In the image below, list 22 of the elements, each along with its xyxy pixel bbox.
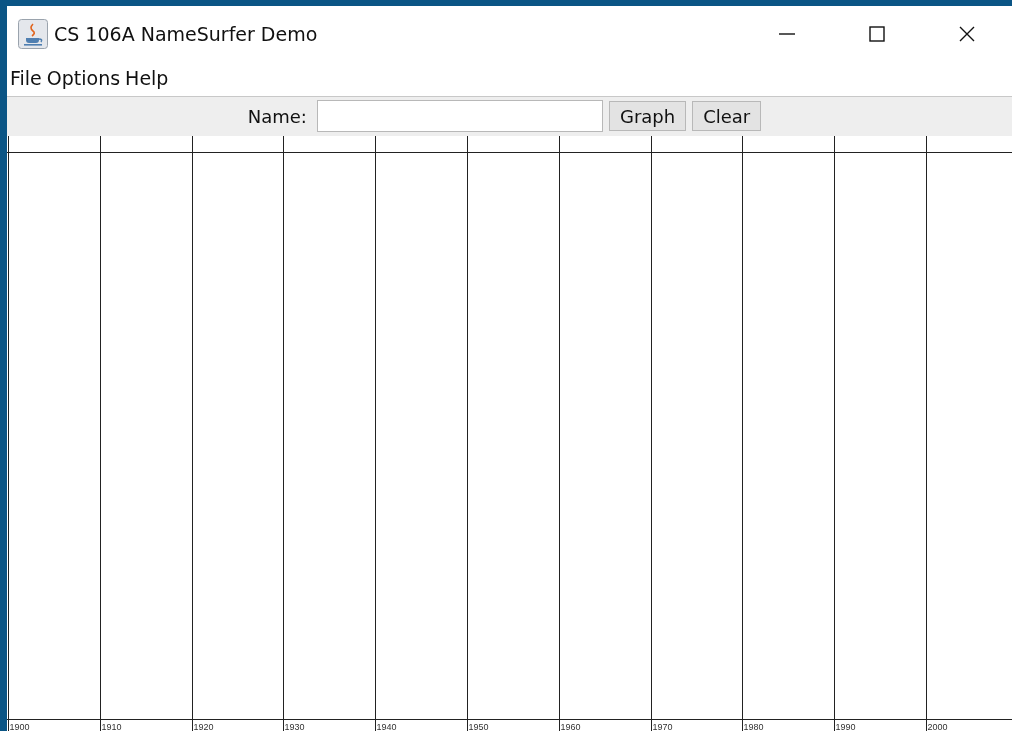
maximize-icon[interactable] (869, 25, 885, 42)
clear-button[interactable]: Clear (692, 101, 762, 132)
menu-item[interactable]: Help (125, 67, 169, 90)
decade-label: 1930 (284, 722, 305, 731)
decade-label: 1910 (101, 722, 122, 731)
coffee-cup-icon (18, 18, 48, 49)
decade-label: 1970 (652, 722, 673, 731)
decade-label: 1950 (468, 722, 489, 731)
decade-label: 1990 (835, 722, 856, 731)
decade-label: 1940 (376, 722, 397, 731)
window-title: CS 106A NameSurfer Demo (54, 22, 319, 45)
decade-label: 1900 (9, 722, 30, 731)
decade-label: 1920 (193, 722, 214, 731)
graph-button[interactable]: Graph (608, 101, 687, 132)
menu-item[interactable]: Options (46, 67, 121, 90)
close-icon[interactable] (959, 25, 975, 42)
name-label: Name: (247, 105, 307, 127)
decade-label: 1980 (743, 722, 764, 731)
menu-item[interactable]: File (10, 67, 42, 90)
decade-label: 2000 (927, 722, 948, 731)
name-input-field[interactable] (316, 100, 603, 133)
decade-label: 1960 (560, 722, 581, 731)
